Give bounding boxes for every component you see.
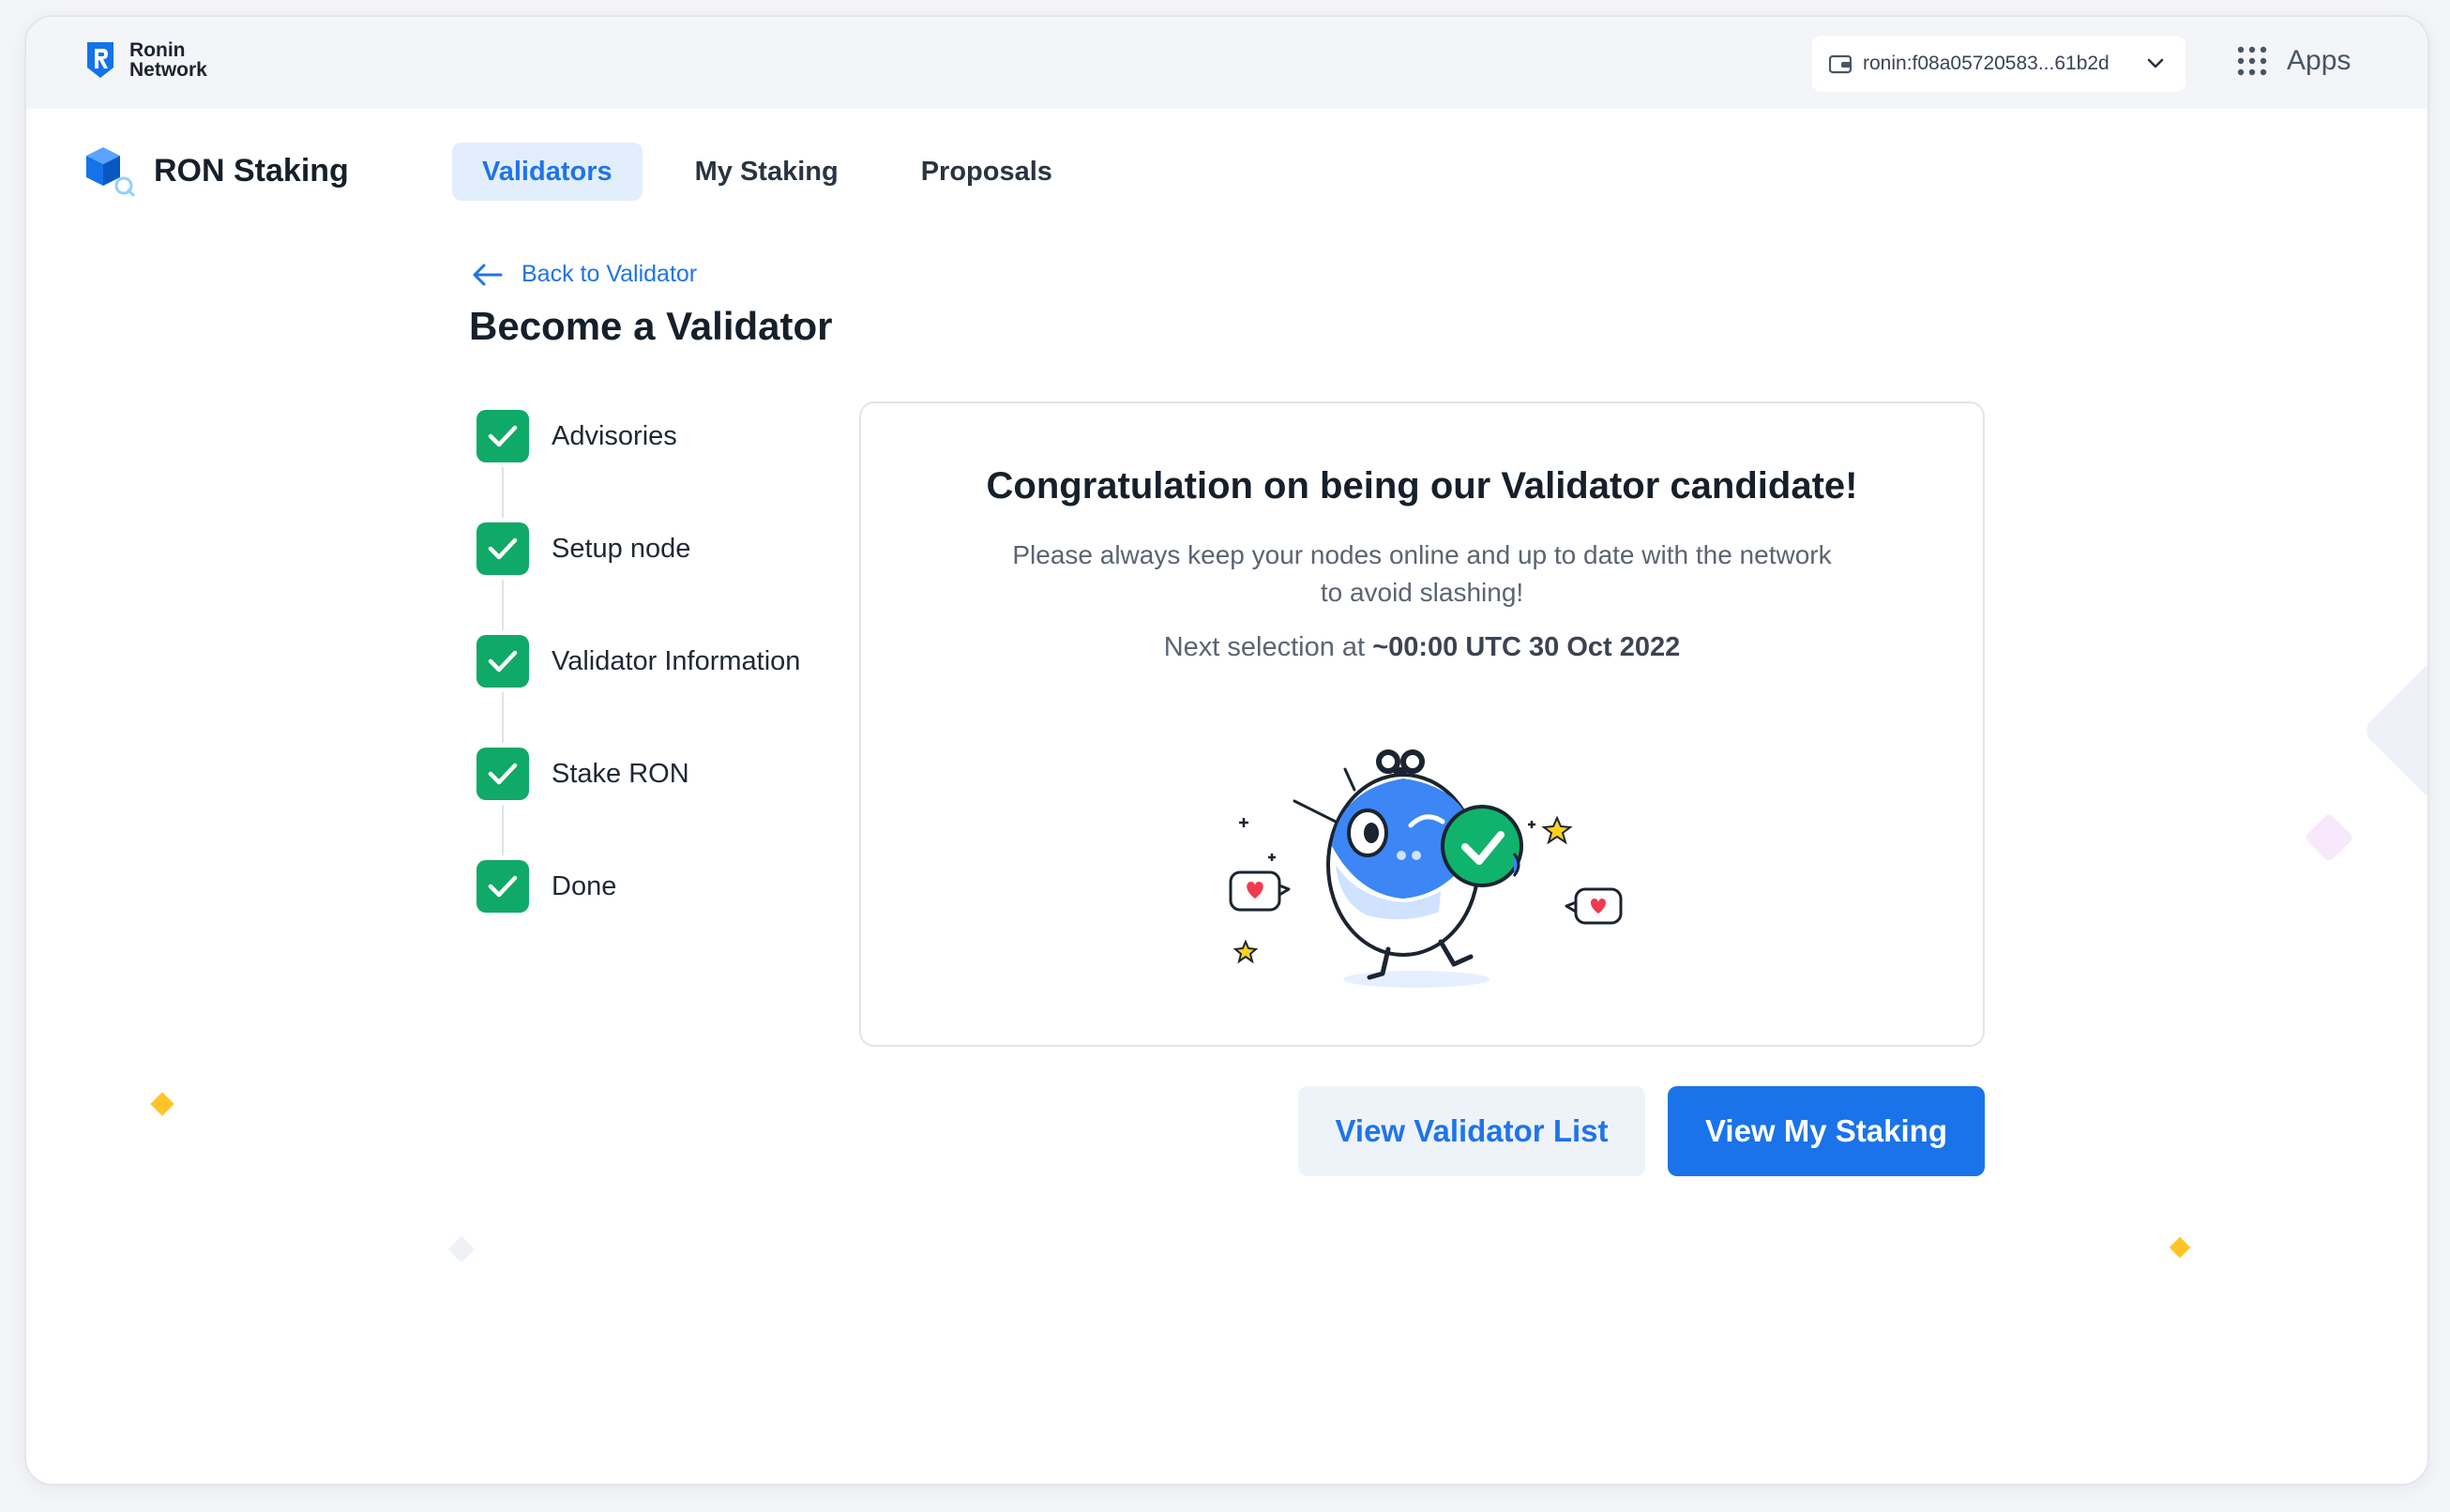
back-to-validator-link[interactable]: Back to Validator xyxy=(471,261,697,288)
arrow-left-icon xyxy=(473,264,503,285)
decorative-diamond xyxy=(447,1235,476,1263)
decorative-diamond xyxy=(150,1092,174,1116)
step-check-icon xyxy=(476,410,529,462)
view-validator-list-button[interactable]: View Validator List xyxy=(1298,1086,1645,1176)
success-message: Please always keep your nodes online and… xyxy=(1012,540,1832,607)
step-label: Done xyxy=(552,870,617,901)
decorative-diamond xyxy=(2169,1236,2191,1259)
step-label: Setup node xyxy=(552,533,691,564)
ronin-network-logo[interactable]: Ronin Network xyxy=(84,39,207,81)
app-title[interactable]: RON Staking xyxy=(83,144,349,197)
apps-menu-button[interactable]: Apps xyxy=(2236,45,2351,77)
decorative-diamond xyxy=(2304,812,2354,863)
step-connector xyxy=(502,467,504,518)
wallet-icon xyxy=(1829,54,1852,74)
step-advisories: Advisories xyxy=(476,409,800,518)
app-window: Ronin Network ronin:f08a05720583...61b2d xyxy=(24,15,2429,1486)
apps-label: Apps xyxy=(2287,45,2352,76)
ron-cube-icon xyxy=(86,147,135,197)
step-validator-information: Validator Information xyxy=(476,634,801,743)
tab-validators[interactable]: Validators xyxy=(452,143,643,201)
step-connector xyxy=(502,805,504,855)
next-selection-time: ~00:00 UTC 30 Oct 2022 xyxy=(1372,632,1681,662)
wallet-address: ronin:f08a05720583...61b2d xyxy=(1863,53,2110,74)
step-setup-node: Setup node xyxy=(476,522,800,630)
validator-mascot-illustration xyxy=(1229,749,1623,988)
brand-line-1: Ronin xyxy=(129,39,186,61)
back-link-label: Back to Validator xyxy=(522,261,698,287)
wallet-selector[interactable]: ronin:f08a05720583...61b2d xyxy=(1812,36,2185,92)
step-check-icon xyxy=(476,635,529,688)
next-selection-prefix: Next selection at xyxy=(1163,632,1366,662)
success-title: Congratulation on being our Validator ca… xyxy=(986,465,1858,507)
tab-my-staking[interactable]: My Staking xyxy=(665,143,869,201)
step-label: Advisories xyxy=(552,420,677,451)
ronin-shield-icon xyxy=(87,42,113,78)
main-tabs: Validators My Staking Proposals xyxy=(452,143,1105,201)
step-check-icon xyxy=(476,748,529,800)
step-label: Validator Information xyxy=(552,645,801,676)
page-title: Become a Validator xyxy=(469,304,833,348)
decorative-diamond xyxy=(2361,658,2427,804)
apps-grid-icon xyxy=(2237,46,2267,76)
chevron-down-icon xyxy=(2147,58,2164,68)
brand-line-2: Network xyxy=(129,59,207,81)
step-check-icon xyxy=(476,522,529,575)
step-check-icon xyxy=(476,860,529,913)
step-connector xyxy=(502,692,504,743)
top-bar: Ronin Network ronin:f08a05720583...61b2d xyxy=(26,17,2427,109)
success-card: Congratulation on being our Validator ca… xyxy=(859,401,1985,1047)
step-done: Done xyxy=(476,859,800,914)
app-title-text: RON Staking xyxy=(154,152,349,189)
next-selection: Next selection at ~00:00 UTC 30 Oct 2022 xyxy=(861,632,1983,663)
tab-proposals[interactable]: Proposals xyxy=(891,143,1082,201)
view-my-staking-button[interactable]: View My Staking xyxy=(1668,1086,1985,1176)
step-connector xyxy=(502,580,504,630)
stepper: Advisories Setup node Validator Informat… xyxy=(476,409,800,914)
step-label: Stake RON xyxy=(552,758,689,789)
step-stake-ron: Stake RON xyxy=(476,747,800,855)
